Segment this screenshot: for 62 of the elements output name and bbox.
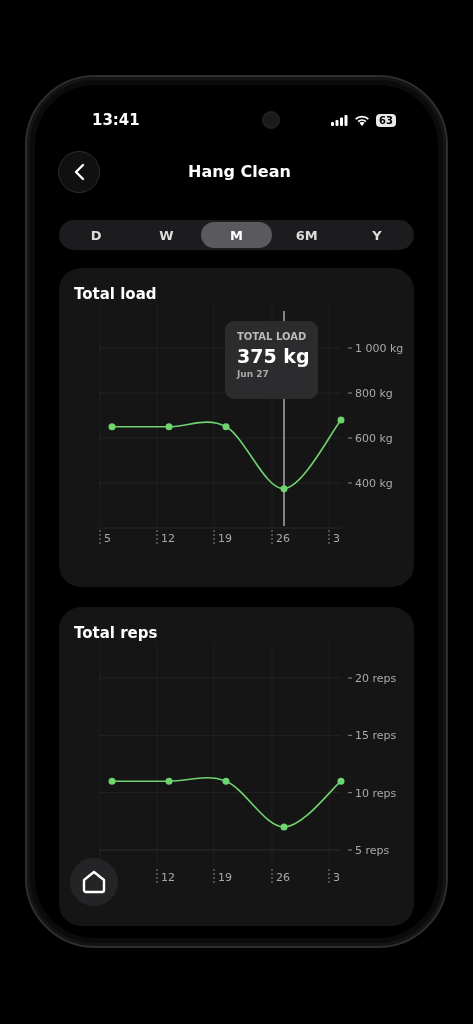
x-axis-label: 12 — [156, 529, 175, 546]
x-axis-label: 12 — [156, 868, 175, 885]
x-axis-label: 3 — [328, 868, 340, 885]
y-tick-label: 800 kg — [355, 387, 393, 400]
data-point — [337, 777, 345, 785]
period-tab[interactable]: D — [61, 222, 132, 248]
card-title: Total load — [74, 284, 158, 304]
x-tick-label: 3 — [333, 871, 340, 884]
x-tick-label: 26 — [276, 871, 290, 884]
x-tick-label: 19 — [218, 871, 232, 884]
x-axis-label: 26 — [271, 529, 290, 546]
chevron-left-icon — [73, 162, 85, 181]
x-tick-label: 26 — [276, 532, 290, 545]
tooltip-date: Jun 27 — [237, 369, 270, 379]
data-point — [222, 777, 230, 785]
x-axis-label: 3 — [328, 529, 340, 546]
period-tab[interactable]: M — [201, 222, 272, 248]
y-tick-label: 10 reps — [355, 786, 397, 800]
x-axis-label: 19 — [213, 529, 232, 546]
y-axis-label: 1 000 kg — [347, 342, 404, 355]
battery-level: 63 — [376, 113, 396, 127]
period-tab[interactable]: 6M — [271, 222, 342, 248]
x-axis-label: 5 — [99, 529, 111, 546]
tooltip-label: TOTAL LOAD — [237, 331, 308, 342]
y-tick-label: 400 kg — [355, 477, 393, 490]
signal-icon — [331, 114, 349, 126]
data-point — [108, 423, 116, 431]
data-point — [222, 423, 230, 431]
period-tab[interactable]: W — [131, 222, 202, 248]
y-tick-label: 20 reps — [355, 672, 397, 685]
data-point — [280, 485, 288, 493]
x-tick-label: 19 — [218, 532, 232, 545]
x-axis-label: 26 — [271, 868, 290, 885]
data-point — [108, 777, 116, 785]
x-tick-label: 12 — [161, 532, 175, 545]
y-tick-label: 15 reps — [355, 729, 397, 743]
screen-title: Hang Clean — [188, 162, 291, 181]
y-axis-label: 600 kg — [347, 432, 393, 445]
x-tick-label: 5 — [104, 532, 111, 545]
y-axis-label: 800 kg — [347, 387, 393, 400]
y-axis-label: 20 reps — [347, 672, 397, 685]
data-point — [337, 416, 345, 424]
y-tick-label: 5 reps — [355, 844, 390, 857]
wifi-icon — [354, 114, 371, 126]
back-button[interactable] — [58, 150, 100, 193]
y-axis-label: 5 reps — [347, 844, 390, 857]
camera-icon — [262, 111, 280, 129]
home-icon — [81, 869, 107, 895]
y-tick-label: 600 kg — [355, 432, 393, 445]
card-title: Total reps — [74, 623, 159, 643]
x-axis-label: 19 — [213, 868, 232, 885]
tooltip-value: 375 kg — [237, 345, 311, 367]
x-tick-label: 12 — [161, 871, 175, 884]
status-time: 13:41 — [92, 111, 141, 129]
data-point — [280, 823, 288, 831]
y-axis-label: 10 reps — [347, 786, 397, 800]
period-tab[interactable]: Y — [341, 222, 412, 248]
x-tick-label: 3 — [333, 532, 340, 545]
y-axis-label: 15 reps — [347, 729, 397, 743]
y-axis-label: 400 kg — [347, 477, 393, 490]
data-point — [165, 423, 173, 431]
data-point — [165, 777, 173, 785]
